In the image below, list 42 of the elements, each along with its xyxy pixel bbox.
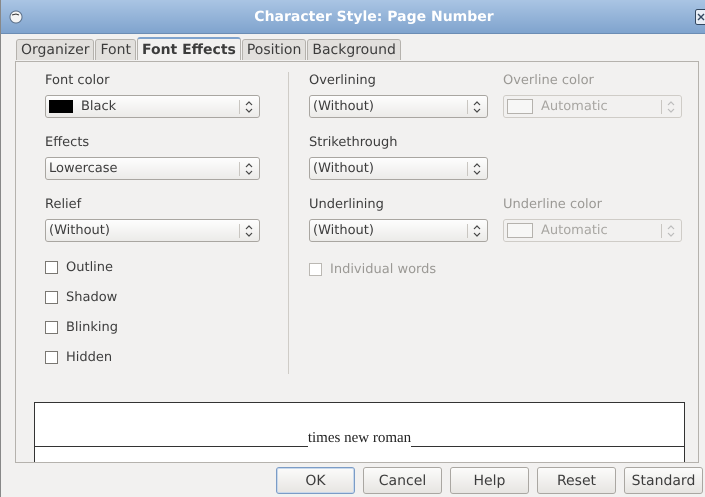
dropdown[interactable]: (Without)	[309, 219, 488, 242]
color-swatch	[507, 99, 533, 114]
checkbox[interactable]: Blinking	[45, 318, 260, 336]
field-label: Overlining	[309, 72, 377, 89]
tab[interactable]: Position	[242, 39, 306, 60]
tab[interactable]: Font	[95, 39, 136, 60]
spin-arrows-icon	[467, 224, 481, 238]
field-label: Underlining	[309, 196, 385, 213]
checkbox[interactable]: Hidden	[45, 348, 260, 366]
spin-arrows-icon	[239, 100, 253, 114]
field-label: Strikethrough	[309, 134, 398, 151]
dialog-button[interactable]: Reset	[537, 467, 616, 494]
dialog-button[interactable]: Cancel	[363, 467, 442, 494]
dialog-button[interactable]: Help	[450, 467, 529, 494]
spin-arrows-icon	[467, 162, 481, 176]
dropdown[interactable]: (Without)	[309, 95, 488, 118]
color-swatch	[507, 223, 533, 238]
spin-arrows-icon	[661, 224, 675, 238]
close-icon[interactable]	[695, 8, 705, 24]
dropdown[interactable]: Lowercase	[45, 157, 260, 180]
checkbox[interactable]: Outline	[45, 258, 260, 276]
dropdown[interactable]: (Without)	[309, 157, 488, 180]
window-title: Character Style: Page Number	[253, 8, 495, 24]
field-label: Font color	[45, 72, 110, 89]
preview-text: times new roman	[308, 430, 412, 447]
tab[interactable]: Font Effects	[136, 37, 241, 60]
field-label: Underline color	[503, 196, 603, 213]
checkbox[interactable]: Shadow	[45, 288, 260, 306]
tab[interactable]: Background	[307, 39, 401, 60]
spin-arrows-icon	[467, 100, 481, 114]
dropdown[interactable]: (Without)	[45, 219, 260, 242]
dropdown[interactable]: Black	[45, 95, 260, 118]
field-label: Overline color	[503, 72, 595, 89]
field-label: Relief	[45, 196, 82, 213]
spin-arrows-icon	[661, 100, 675, 114]
field-label: Effects	[45, 134, 90, 151]
dialog-button[interactable]: OK	[276, 467, 355, 494]
window-menu-icon[interactable]	[9, 10, 23, 24]
spin-arrows-icon	[239, 162, 253, 176]
spin-arrows-icon	[239, 224, 253, 238]
tab[interactable]: Organizer	[16, 39, 94, 60]
dialog-button[interactable]: Standard	[624, 467, 703, 494]
